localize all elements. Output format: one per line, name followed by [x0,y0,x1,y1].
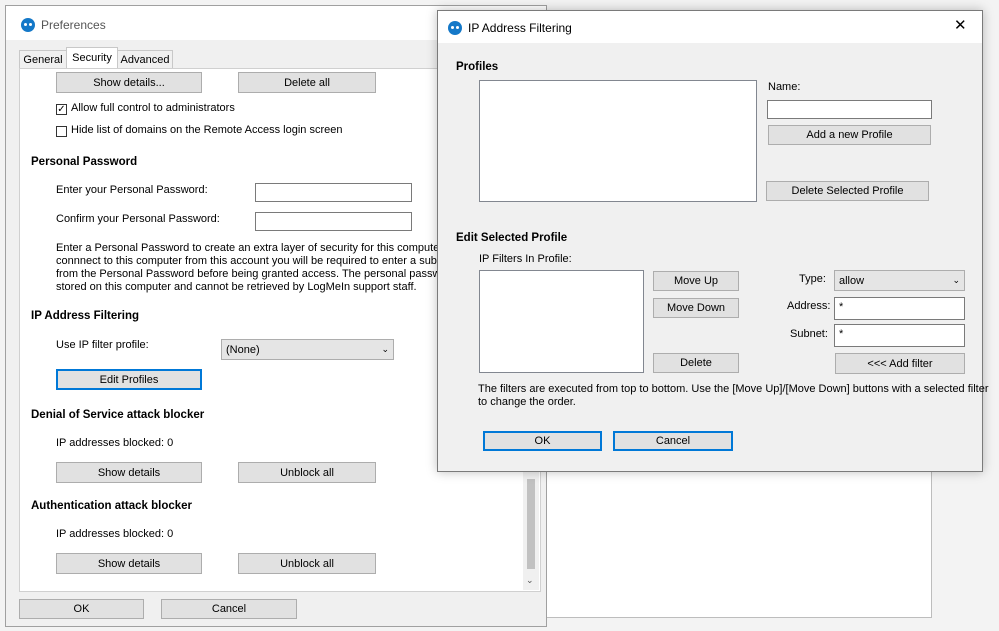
filter-order-note: The filters are executed from top to bot… [478,383,989,409]
personal-password-heading: Personal Password [31,156,138,168]
edit-profile-heading: Edit Selected Profile [456,232,568,244]
tab-security-label: Security [72,52,112,64]
auth-show-details-button[interactable]: Show details [56,553,202,574]
delete-all-button[interactable]: Delete all [238,72,376,93]
profiles-listbox[interactable] [479,80,757,202]
address-field[interactable]: * [834,297,965,320]
description-line: connnect to this computer from this acco… [56,255,473,267]
edit-profiles-button[interactable]: Edit Profiles [56,369,202,390]
tab-general[interactable]: General [19,50,67,69]
logmein-logo-icon [448,21,462,35]
move-down-button[interactable]: Move Down [653,298,739,318]
chevron-down-icon: ⌄ [952,275,960,285]
tab-advanced[interactable]: Advanced [117,50,173,69]
description-line: from the Personal Password before being … [56,268,476,280]
description-line: stored on this computer and cannot be re… [56,281,417,293]
dos-heading: Denial of Service attack blocker [31,409,205,421]
type-select[interactable]: allow ⌄ [834,270,965,291]
description-line: Enter a Personal Password to create an e… [56,242,472,254]
logmein-logo-icon [21,18,35,32]
preferences-title: Preferences [41,18,106,32]
ip-filter-profile-value: (None) [226,343,260,356]
auth-unblock-all-button[interactable]: Unblock all [238,553,376,574]
background-window [545,468,932,618]
delete-profile-button[interactable]: Delete Selected Profile [766,181,929,201]
subnet-label: Subnet: [790,328,828,340]
dialog-titlebar[interactable]: IP Address Filtering ✕ [438,11,982,43]
ip-filters-label: IP Filters In Profile: [479,253,572,265]
enter-password-field[interactable] [255,183,412,202]
close-icon[interactable]: ✕ [954,18,967,33]
note-line: The filters are executed from top to bot… [478,383,989,395]
tab-general-label: General [23,54,63,66]
enter-password-label: Enter your Personal Password: [56,184,208,196]
dialog-ok-button[interactable]: OK [483,431,602,451]
scrollbar-thumb[interactable] [527,479,535,569]
move-up-button[interactable]: Move Up [653,271,739,291]
tab-advanced-label: Advanced [120,54,170,66]
ip-filtering-dialog: IP Address Filtering ✕ Profiles Name: Ad… [437,10,989,472]
allow-full-control-checkbox[interactable]: ✓ [56,104,67,115]
scroll-down-arrow-icon[interactable]: ⌄ [526,575,534,586]
dialog-cancel-button[interactable]: Cancel [613,431,733,451]
delete-filter-button[interactable]: Delete [653,353,739,373]
profile-name-field[interactable] [767,100,932,119]
show-details-button-top[interactable]: Show details... [56,72,202,93]
subnet-field[interactable]: * [834,324,965,347]
confirm-password-field[interactable] [255,212,412,231]
personal-password-description: Enter a Personal Password to create an e… [56,242,476,294]
preferences-cancel-button[interactable]: Cancel [161,599,297,619]
allow-full-control-label: Allow full control to administrators [71,102,235,114]
ip-filters-listbox[interactable] [479,270,644,373]
tab-security[interactable]: Security [66,47,118,70]
auth-heading: Authentication attack blocker [31,500,193,512]
preferences-ok-button[interactable]: OK [19,599,144,619]
chevron-down-icon: ⌄ [381,344,389,354]
hide-domains-label: Hide list of domains on the Remote Acces… [71,124,343,136]
note-line: to change the order. [478,396,576,408]
ip-filter-profile-select[interactable]: (None) ⌄ [221,339,394,360]
type-value: allow [839,274,865,287]
profiles-heading: Profiles [456,61,499,73]
confirm-password-label: Confirm your Personal Password: [56,213,220,225]
use-ip-filter-label: Use IP filter profile: [56,339,149,351]
dos-unblock-all-button[interactable]: Unblock all [238,462,376,483]
ip-filtering-heading: IP Address Filtering [31,310,139,322]
add-profile-button[interactable]: Add a new Profile [768,125,931,145]
address-label: Address: [787,300,831,312]
check-icon: ✓ [57,103,66,115]
hide-domains-checkbox[interactable] [56,126,67,137]
auth-blocked-label: IP addresses blocked: 0 [56,528,174,540]
type-label: Type: [799,273,826,285]
dialog-title: IP Address Filtering [468,21,572,35]
add-filter-button[interactable]: <<< Add filter [835,353,965,374]
dos-show-details-button[interactable]: Show details [56,462,202,483]
dos-blocked-label: IP addresses blocked: 0 [56,437,174,449]
name-label: Name: [768,81,801,93]
